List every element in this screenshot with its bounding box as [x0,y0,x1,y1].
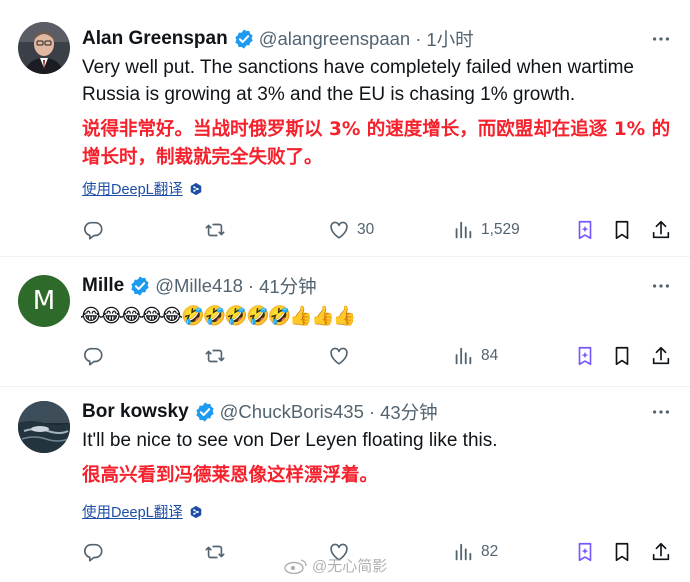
tweet-text: Very well put. The sanctions have comple… [82,57,634,105]
view-count: 84 [481,347,499,364]
user-handle[interactable]: @alangreenspaan [259,28,410,50]
watermark: @无心简影 [284,555,387,576]
like-icon [330,347,348,365]
like-icon [330,221,348,239]
tweet-actions: 84 [82,341,678,371]
translate-link[interactable]: 使用DeepL翻译 [82,501,203,522]
deepl-icon [190,182,201,195]
separator-dot: · [415,28,422,49]
share-button[interactable] [650,215,672,245]
translate-link-label[interactable]: 使用DeepL翻译 [82,501,183,522]
views-button[interactable]: 84 [452,341,498,371]
display-name[interactable]: Bor kowsky [82,401,189,423]
view-count: 1,529 [481,221,520,238]
deepl-icon [190,505,201,518]
bookmark-button[interactable] [611,341,633,371]
reply-button[interactable] [82,537,111,567]
tweet-header: Mille @Mille418 · 41分钟 [82,273,317,299]
tweet-translation: 说得非常好。当战时俄罗斯以 3% 的速度增长，而欧盟却在追逐 1% 的增长时，制… [82,119,671,168]
more-horizontal-icon[interactable] [648,399,674,425]
reply-button[interactable] [82,341,111,371]
grok-button[interactable] [574,341,596,371]
user-handle[interactable]: @Mille418 [155,275,243,297]
tweet-header: Bor kowsky @ChuckBoris435 · 43分钟 [82,399,438,425]
share-icon [652,542,670,561]
retweet-icon [205,545,225,559]
separator-dot: · [247,275,255,296]
views-button[interactable]: 82 [452,537,498,567]
bookmark-button[interactable] [611,537,633,567]
like-button[interactable] [328,341,357,371]
translate-link[interactable]: 使用DeepL翻译 [82,178,203,199]
weibo-icon [284,558,307,574]
verified-badge-icon [194,401,216,423]
watermark-text: @无心简影 [312,558,388,575]
translate-link-label[interactable]: 使用DeepL翻译 [82,178,183,199]
share-icon [652,346,670,365]
verified-badge-icon [233,28,255,50]
views-icon [455,543,472,561]
timestamp[interactable]: 1小时 [426,26,473,52]
avatar[interactable]: M [18,275,70,327]
reply-icon [84,543,103,562]
view-count: 82 [481,543,499,560]
views-button[interactable]: 1,529 [452,215,520,245]
grok-icon [578,346,592,366]
more-horizontal-icon[interactable] [648,26,674,52]
reply-button[interactable] [82,215,111,245]
views-icon [455,347,472,365]
grok-button[interactable] [574,537,596,567]
share-button[interactable] [650,537,672,567]
tweet[interactable]: Bor kowsky @ChuckBoris435 · 43分钟 It'll b… [0,387,690,582]
tweet-header: Alan Greenspan @alangreenspaan · 1小时 [82,26,474,52]
bookmark-button[interactable] [611,215,633,245]
retweet-button[interactable] [204,215,233,245]
verified-badge-icon [129,275,151,297]
grok-button[interactable] [574,215,596,245]
share-button[interactable] [650,341,672,371]
views-icon [455,221,472,239]
reply-icon [84,347,103,366]
tweet[interactable]: M Mille @Mille418 · 41分钟 😂😂😂😂😂🤣🤣🤣🤣🤣👍👍👍 8… [0,257,690,387]
tweet-actions: 30 1,529 [82,215,678,245]
retweet-icon [205,223,225,237]
bookmark-icon [615,346,629,366]
tweet-translation: 很高兴看到冯德莱恩像这样漂浮着。 [82,465,379,486]
avatar-portrait-image [18,22,70,74]
more-horizontal-icon[interactable] [648,273,674,299]
bookmark-icon [615,542,629,562]
avatar-sea-image [18,401,70,453]
user-handle[interactable]: @ChuckBoris435 [220,401,364,423]
tweet-text: 😂😂😂😂😂🤣🤣🤣🤣🤣👍👍👍 [80,305,356,327]
separator-dot: · [368,401,376,422]
retweet-button[interactable] [204,537,233,567]
avatar[interactable] [18,22,70,74]
display-name[interactable]: Alan Greenspan [82,28,228,50]
reply-icon [84,221,103,240]
bookmark-icon [615,220,629,240]
grok-icon [578,220,592,240]
like-button[interactable]: 30 [328,215,374,245]
like-count: 30 [357,221,375,238]
timestamp[interactable]: 43分钟 [380,399,438,425]
timestamp[interactable]: 41分钟 [259,273,317,299]
tweet-text: It'll be nice to see von Der Leyen float… [82,430,498,451]
avatar[interactable] [18,401,70,453]
avatar-letter: M [32,286,56,316]
retweet-button[interactable] [204,341,233,371]
grok-icon [578,542,592,562]
display-name[interactable]: Mille [82,275,124,297]
share-icon [652,220,670,239]
retweet-icon [205,349,225,363]
tweet[interactable]: Alan Greenspan @alangreenspaan · 1小时 Ver… [0,0,690,257]
